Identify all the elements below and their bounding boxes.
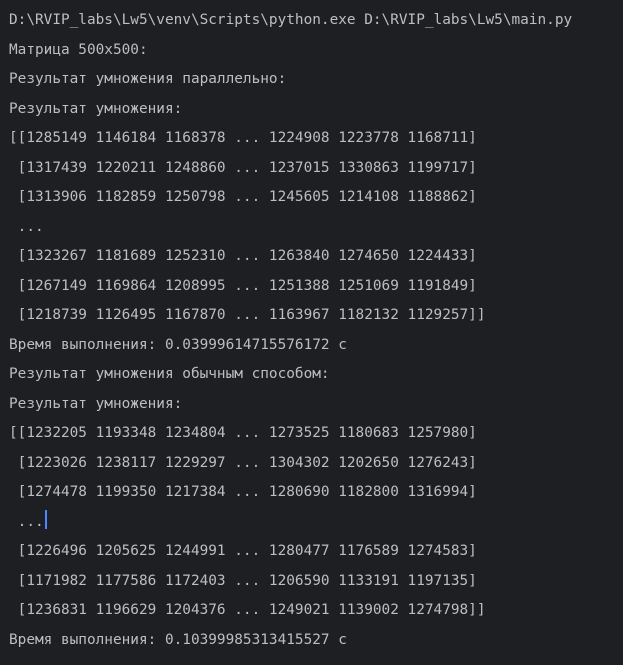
console-line-execution-time: Время выполнения: 0.03999614715576172 с — [9, 336, 347, 353]
console-line-command: D:\RVIP_labs\Lw5\venv\Scripts\python.exe… — [9, 12, 573, 28]
console-line-matrix-row: [1226496 1205625 1244991 ... 1280477 117… — [9, 543, 477, 559]
console-line-matrix-row: [1236831 1196629 1204376 ... 1249021 113… — [9, 602, 486, 618]
console-line-matrix-row: [1313906 1182859 1250798 ... 1245605 121… — [9, 189, 477, 205]
console-line-execution-time: Время выполнения: 0.10399985313415527 с — [9, 631, 347, 648]
console-line-matrix-row: [1274478 1199350 1217384 ... 1280690 118… — [9, 484, 477, 500]
console-line-ellipsis-with-caret: ... — [9, 508, 623, 538]
console-line-ellipsis: ... — [9, 218, 44, 235]
console-line-matrix-row: [1317439 1220211 1248860 ... 1237015 133… — [9, 159, 477, 176]
console-line-matrix-row: [[1285149 1146184 1168378 ... 1224908 12… — [9, 130, 477, 146]
console-line-result-label: Результат умножения: — [9, 395, 183, 412]
console-line-matrix-row: [1223026 1238117 1229297 ... 1304302 120… — [9, 454, 477, 471]
console-line-ellipsis-text: ... — [9, 513, 44, 530]
console-line-matrix-row: [1267149 1169864 1208995 ... 1251388 125… — [9, 277, 477, 294]
console-line-matrix-size: Матрица 500x500: — [9, 41, 148, 58]
console-line-parallel-header: Результат умножения параллельно: — [9, 71, 287, 87]
run-console-output[interactable]: D:\RVIP_labs\Lw5\venv\Scripts\python.exe… — [0, 0, 623, 665]
console-line-sequential-header: Результат умножения обычным способом: — [9, 366, 330, 382]
console-line-matrix-row: [1171982 1177586 1172403 ... 1206590 113… — [9, 572, 477, 589]
console-line-matrix-row: [[1232205 1193348 1234804 ... 1273525 11… — [9, 425, 477, 441]
text-caret — [44, 510, 47, 529]
console-line-matrix-row: [1323267 1181689 1252310 ... 1263840 127… — [9, 248, 477, 264]
console-line-result-label: Результат умножения: — [9, 100, 183, 117]
console-line-matrix-row: [1218739 1126495 1167870 ... 1163967 118… — [9, 307, 486, 323]
